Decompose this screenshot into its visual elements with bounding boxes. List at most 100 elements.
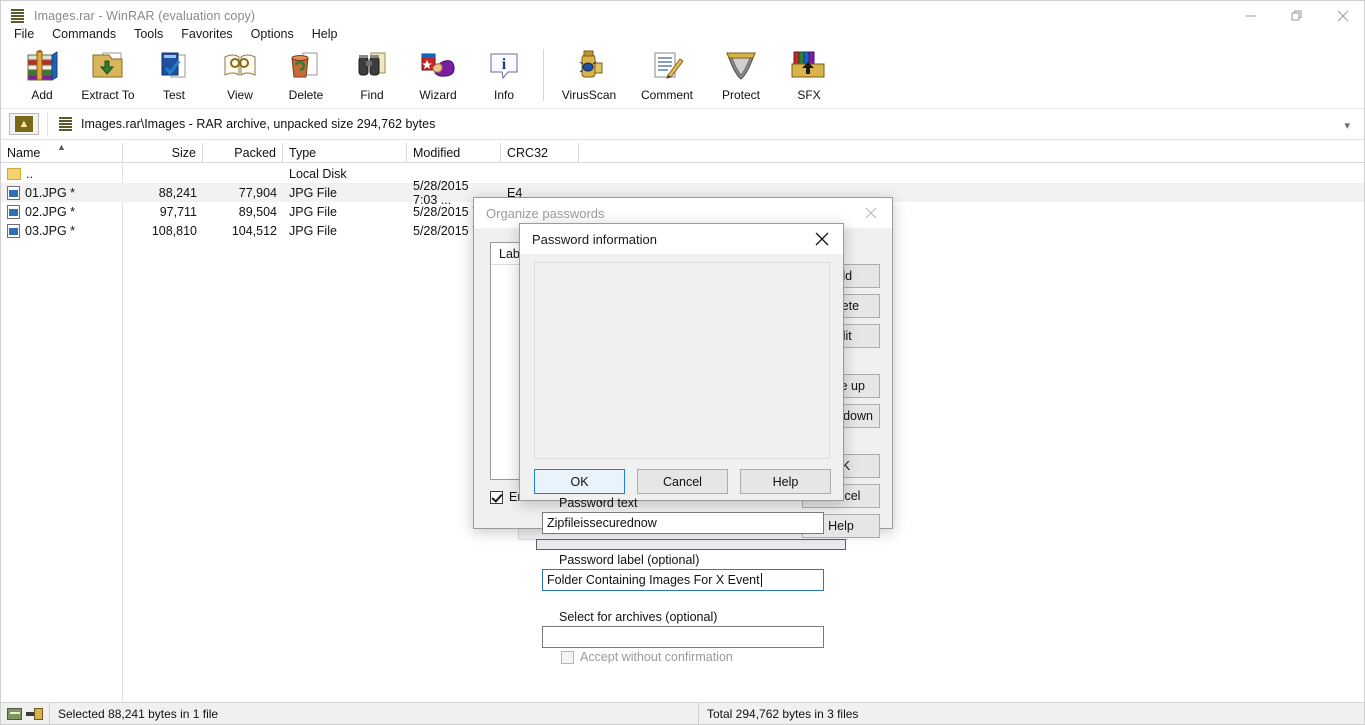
toolbar-button-delete[interactable]: Delete [273, 45, 339, 107]
column-header-modified[interactable]: Modified [407, 143, 501, 162]
column-header-crc32[interactable]: CRC32 [501, 143, 579, 162]
select-archives-input[interactable] [542, 626, 824, 648]
delete-icon [287, 49, 325, 85]
add-archive-icon [23, 49, 61, 85]
address-divider [1, 139, 1364, 140]
column-header-type[interactable]: Type [283, 143, 407, 162]
cell-type: JPG File [289, 223, 337, 238]
password-information-dialog[interactable]: Password information Password text Zipfi… [519, 223, 844, 664]
toolbar-button-sfx[interactable]: SFX [776, 45, 842, 107]
password-dialog-buttons: OK Cancel Help [534, 469, 831, 494]
toolbar-label-protect: Protect [721, 88, 760, 102]
menu-item-commands[interactable]: Commands [43, 25, 125, 43]
help-button[interactable]: Help [740, 469, 831, 494]
winrar-window: Images.rar - WinRAR (evaluation copy) Fi… [0, 0, 1365, 725]
key-lock-icon [26, 707, 43, 720]
address-bar: ▲ Images.rar\Images - RAR archive, unpac… [1, 111, 1364, 137]
password-label-input[interactable]: Folder Containing Images For X Event [542, 569, 824, 591]
select-archives-label: Select for archives (optional) [559, 610, 718, 624]
password-dialog-title: Password information [532, 231, 657, 247]
close-icon[interactable] [850, 198, 892, 228]
column-header-name[interactable]: Name ▲ [1, 143, 123, 162]
up-one-level-icon[interactable]: ▲ [9, 113, 39, 135]
password-label-value: Folder Containing Images For X Event [547, 573, 760, 587]
menu-item-help[interactable]: Help [303, 25, 347, 43]
accept-without-confirmation-checkbox[interactable]: Accept without confirmation [561, 650, 733, 664]
table-row[interactable]: .. Local Disk [1, 164, 1364, 183]
status-divider [698, 703, 699, 724]
toolbar-button-test[interactable]: Test [141, 45, 207, 107]
toolbar-button-info[interactable]: i Info [471, 45, 537, 107]
status-total-text: Total 294,762 bytes in 3 files [707, 707, 859, 721]
toolbar-button-protect[interactable]: Protect [706, 45, 776, 107]
toolbar-label-info: Info [493, 88, 514, 102]
comment-icon [648, 49, 686, 85]
column-header-packed[interactable]: Packed [203, 143, 283, 162]
menu-item-options[interactable]: Options [242, 25, 303, 43]
toolbar-label-sfx: SFX [797, 88, 821, 102]
toolbar-label-delete: Delete [288, 88, 324, 102]
cell-type: Local Disk [289, 166, 347, 181]
toolbar: Add Extract To Test View Delete Find Wiz… [1, 45, 1364, 109]
sfx-icon [790, 49, 828, 85]
toolbar-label-wizard: Wizard [419, 88, 457, 102]
winrar-books-icon [10, 8, 26, 24]
archive-status-icon [7, 707, 22, 720]
toolbar-label-test: Test [162, 88, 185, 102]
toolbar-separator [543, 49, 544, 101]
password-dialog-title-bar: Password information [520, 224, 843, 254]
file-list-header: Name ▲ Size Packed Type Modified CRC32 [1, 143, 1364, 163]
menu-item-file[interactable]: File [5, 25, 43, 43]
toolbar-label-find: Find [360, 88, 384, 102]
cell-name: 01.JPG * [25, 185, 76, 200]
cell-type: JPG File [289, 185, 337, 200]
column-header-size[interactable]: Size [123, 143, 203, 162]
extract-to-icon [89, 49, 127, 85]
toolbar-label-add: Add [31, 88, 53, 102]
password-label-label: Password label (optional) [559, 553, 700, 567]
cell-crc32 [501, 164, 579, 183]
toolbar-divider [1, 108, 1364, 109]
menu-bar: File Commands Tools Favorites Options He… [1, 23, 1364, 45]
svg-text:i: i [502, 56, 507, 73]
menu-item-tools[interactable]: Tools [125, 25, 172, 43]
view-icon [221, 49, 259, 85]
password-text-label: Password text [559, 496, 638, 510]
protect-shield-icon [722, 49, 760, 85]
status-icons [1, 707, 43, 720]
jpg-file-icon [7, 185, 20, 200]
cell-size: 108,810 [151, 223, 197, 238]
name-column-divider [1, 164, 123, 704]
chevron-down-icon[interactable]: ▾ [1344, 119, 1350, 132]
cell-size [123, 164, 203, 183]
toolbar-button-extract-to[interactable]: Extract To [75, 45, 141, 107]
status-selected-text: Selected 88,241 bytes in 1 file [49, 702, 228, 724]
ok-button[interactable]: OK [534, 469, 625, 494]
info-icon: i [485, 49, 523, 85]
text-caret [760, 573, 762, 587]
password-fields-group [534, 262, 830, 459]
cancel-button[interactable]: Cancel [637, 469, 728, 494]
toolbar-button-virusscan[interactable]: VirusScan [550, 45, 628, 107]
toolbar-button-wizard[interactable]: Wizard [405, 45, 471, 107]
toolbar-button-comment[interactable]: Comment [628, 45, 706, 107]
folder-up-icon [7, 167, 21, 180]
accept-without-confirmation-label: Accept without confirmation [580, 650, 733, 664]
organize-dialog-title: Organize passwords [486, 205, 605, 221]
toolbar-button-view[interactable]: View [207, 45, 273, 107]
toolbar-button-add[interactable]: Add [9, 45, 75, 107]
toolbar-label-virusscan: VirusScan [561, 88, 617, 102]
toolbar-label-comment: Comment [640, 88, 693, 102]
virusscan-icon [570, 49, 608, 85]
password-text-input[interactable]: Zipfileissecurednow [542, 512, 824, 534]
cell-packed: 89,504 [238, 204, 277, 219]
toolbar-button-find[interactable]: Find [339, 45, 405, 107]
jpg-file-icon [7, 223, 20, 238]
archive-path-field[interactable]: Images.rar\Images - RAR archive, unpacke… [47, 112, 1362, 136]
close-icon[interactable] [801, 224, 843, 254]
cell-size: 88,241 [158, 185, 197, 200]
password-text-value: Zipfileissecurednow [547, 516, 657, 530]
menu-item-favorites[interactable]: Favorites [172, 25, 241, 43]
cell-name: 02.JPG * [25, 204, 76, 219]
checkbox-box [490, 490, 503, 504]
